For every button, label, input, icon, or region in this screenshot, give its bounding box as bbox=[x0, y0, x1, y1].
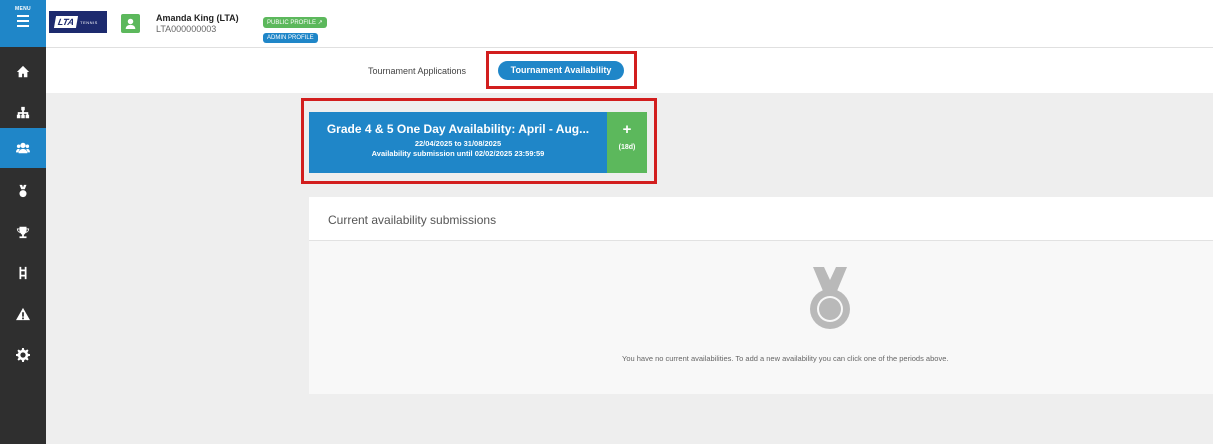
sidebar-item-awards[interactable] bbox=[0, 171, 46, 211]
public-profile-button[interactable]: PUBLIC PROFILE ↗ bbox=[263, 17, 327, 28]
medal-icon bbox=[19, 184, 27, 198]
logo-text: LTA bbox=[53, 16, 79, 28]
user-id: LTA000000003 bbox=[156, 24, 217, 34]
users-icon bbox=[16, 142, 30, 154]
menu-label: MENU bbox=[15, 6, 31, 12]
sidebar-item-settings[interactable] bbox=[0, 335, 46, 375]
trophy-icon bbox=[16, 226, 30, 239]
plus-icon: + bbox=[622, 121, 632, 138]
availability-period-card[interactable]: Grade 4 & 5 One Day Availability: April … bbox=[309, 112, 607, 173]
card-deadline: Availability submission until 02/02/2025… bbox=[371, 149, 545, 158]
sidebar-item-structure[interactable] bbox=[0, 93, 46, 133]
menu-button[interactable]: MENU bbox=[0, 0, 46, 47]
panel-title: Current availability submissions bbox=[328, 213, 497, 227]
hamburger-icon bbox=[17, 15, 29, 27]
tab-tournament-availability[interactable]: Tournament Availability bbox=[498, 61, 624, 80]
ladder-icon bbox=[19, 266, 27, 280]
card-dates: 22/04/2025 to 31/08/2025 bbox=[414, 139, 502, 148]
medal-icon bbox=[810, 267, 850, 329]
sidebar: MENU bbox=[0, 0, 46, 444]
sidebar-item-players[interactable] bbox=[0, 128, 46, 168]
lta-logo[interactable]: LTA TENNIS bbox=[49, 11, 107, 33]
add-availability-button[interactable]: + (18d) bbox=[607, 112, 647, 173]
sidebar-item-home[interactable] bbox=[0, 52, 46, 92]
home-icon bbox=[16, 65, 30, 78]
tab-bar: Tournament Applications Tournament Avail… bbox=[46, 48, 1213, 93]
gear-icon bbox=[16, 348, 30, 362]
sitemap-icon bbox=[16, 106, 30, 119]
user-icon bbox=[125, 18, 136, 29]
top-header: LTA TENNIS Amanda King (LTA) LTA00000000… bbox=[46, 0, 1213, 48]
empty-state-message: You have no current availabilities. To a… bbox=[622, 354, 949, 363]
days-remaining: (18d) bbox=[618, 144, 636, 151]
sidebar-item-tournaments[interactable] bbox=[0, 212, 46, 252]
admin-profile-button[interactable]: ADMIN PROFILE bbox=[263, 33, 318, 43]
tab-tournament-applications[interactable]: Tournament Applications bbox=[368, 66, 466, 76]
avatar[interactable] bbox=[121, 14, 140, 33]
logo-subtext: TENNIS bbox=[80, 19, 98, 25]
warning-icon bbox=[16, 307, 30, 321]
card-title: Grade 4 & 5 One Day Availability: April … bbox=[326, 122, 590, 136]
user-name: Amanda King (LTA) bbox=[156, 13, 239, 23]
current-submissions-panel: Current availability submissions You hav… bbox=[309, 197, 1213, 394]
sidebar-item-rankings[interactable] bbox=[0, 253, 46, 293]
sidebar-item-alerts[interactable] bbox=[0, 294, 46, 334]
